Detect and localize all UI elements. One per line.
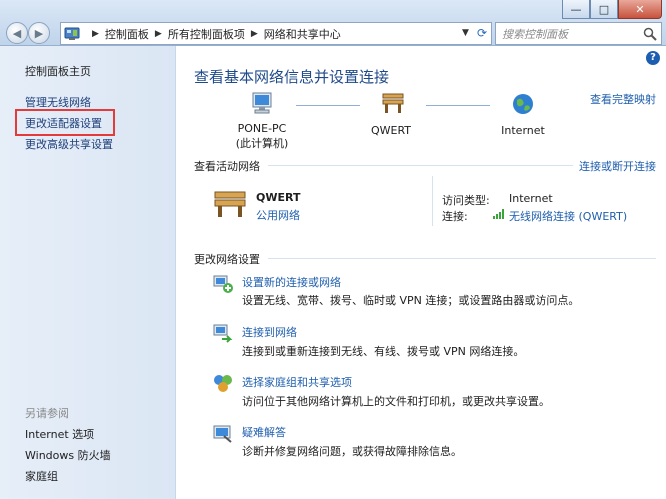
homegroup-link[interactable]: 家庭组 (25, 468, 58, 484)
setup-connection-desc: 设置无线、宽带、拨号、临时或 VPN 连接；或设置路由器或访问点。 (242, 294, 580, 307)
address-dropdown-icon[interactable]: ▼ (462, 28, 469, 38)
signal-bars-icon (493, 209, 504, 219)
breadcrumb-item[interactable]: 控制面板 (105, 26, 149, 42)
computer-node: PONE-PC (此计算机) (220, 122, 304, 151)
bench-icon (382, 93, 404, 113)
connection-line (296, 105, 360, 106)
internet-node: Internet (494, 124, 552, 137)
change-settings-heading: 更改网络设置 (194, 253, 260, 266)
homegroup-sharing-desc: 访问位于其他网络计算机上的文件和打印机，或更改共享设置。 (242, 395, 550, 408)
manage-wireless-link[interactable]: 管理无线网络 (25, 94, 91, 110)
forward-button[interactable]: ▶ (28, 22, 50, 44)
see-also-heading: 另请参阅 (25, 407, 69, 420)
search-box[interactable]: 搜索控制面板 (495, 22, 662, 45)
new-connection-icon (213, 275, 233, 293)
connect-network-desc: 连接到或重新连接到无线、有线、拨号或 VPN 网络连接。 (242, 345, 525, 358)
connect-disconnect-link[interactable]: 连接或断开连接 (579, 158, 656, 174)
troubleshoot-icon (213, 425, 232, 443)
setup-connection-link[interactable]: 设置新的连接或网络 (242, 274, 341, 290)
connection-label: 连接: (442, 210, 468, 223)
full-map-link[interactable]: 查看完整映射 (590, 91, 656, 107)
address-bar[interactable]: ▶ 控制面板 ▶ 所有控制面板项 ▶ 网络和共享中心 ▼ ⟳ (60, 22, 492, 45)
page-title: 查看基本网络信息并设置连接 (194, 68, 390, 86)
left-pane: 控制面板主页 管理无线网络 更改适配器设置 更改高级共享设置 另请参阅 Inte… (0, 46, 176, 499)
control-panel-icon (64, 27, 80, 40)
divider (432, 176, 433, 226)
network-node-name: QWERT (370, 124, 412, 137)
change-advanced-sharing-link[interactable]: 更改高级共享设置 (25, 136, 113, 152)
network-type-link[interactable]: 公用网络 (256, 207, 300, 223)
search-icon[interactable] (643, 27, 657, 41)
main-pane: ? 查看基本网络信息并设置连接 查看完整映射 PONE-PC (此计算机) QW… (176, 46, 666, 499)
globe-icon (513, 94, 533, 114)
chevron-right-icon[interactable]: ▶ (155, 29, 162, 39)
control-panel-home-link[interactable]: 控制面板主页 (25, 63, 91, 79)
help-icon[interactable]: ? (646, 51, 660, 65)
internet-options-link[interactable]: Internet 选项 (25, 426, 94, 442)
computer-subtitle: (此计算机) (235, 137, 289, 150)
internet-node-name: Internet (501, 124, 545, 137)
breadcrumb-item[interactable]: 网络和共享中心 (264, 26, 341, 42)
breadcrumb: ▶ 控制面板 ▶ 所有控制面板项 ▶ 网络和共享中心 (86, 26, 341, 42)
network-node: QWERT (364, 124, 418, 137)
homegroup-icon (214, 375, 232, 392)
access-type-label: 访问类型: (442, 194, 490, 207)
close-button[interactable]: ✕ (618, 0, 662, 19)
access-type-value: Internet (509, 192, 553, 205)
bench-icon (214, 191, 246, 217)
title-bar: — □ ✕ ◀ ▶ ▶ 控制面板 ▶ 所有控制面板项 ▶ 网络和共享中心 ▼ ⟳… (0, 0, 666, 46)
active-networks-heading: 查看活动网络 (194, 160, 260, 173)
refresh-icon[interactable]: ⟳ (477, 26, 487, 40)
troubleshoot-link[interactable]: 疑难解答 (242, 424, 286, 440)
window-buttons: — □ ✕ (562, 0, 662, 19)
divider (268, 165, 573, 166)
computer-name: PONE-PC (237, 122, 287, 135)
search-input[interactable]: 搜索控制面板 (502, 26, 643, 42)
troubleshoot-desc: 诊断并修复网络问题，或获得故障排除信息。 (242, 445, 462, 458)
connect-network-link[interactable]: 连接到网络 (242, 324, 297, 340)
highlight-box (15, 109, 115, 136)
chevron-right-icon[interactable]: ▶ (251, 29, 258, 39)
connection-line (426, 105, 490, 106)
windows-firewall-link[interactable]: Windows 防火墙 (25, 447, 111, 463)
divider (268, 258, 656, 259)
computer-icon (252, 92, 272, 114)
homegroup-sharing-link[interactable]: 选择家庭组和共享选项 (242, 374, 352, 390)
chevron-right-icon: ▶ (92, 28, 99, 39)
back-button[interactable]: ◀ (6, 22, 28, 44)
connect-network-icon (213, 324, 233, 343)
wireless-connection-link[interactable]: 无线网络连接 (QWERT) (509, 208, 627, 224)
breadcrumb-item[interactable]: 所有控制面板项 (168, 26, 245, 42)
maximize-button[interactable]: □ (590, 0, 618, 19)
minimize-button[interactable]: — (562, 0, 590, 19)
network-name: QWERT (256, 191, 301, 204)
